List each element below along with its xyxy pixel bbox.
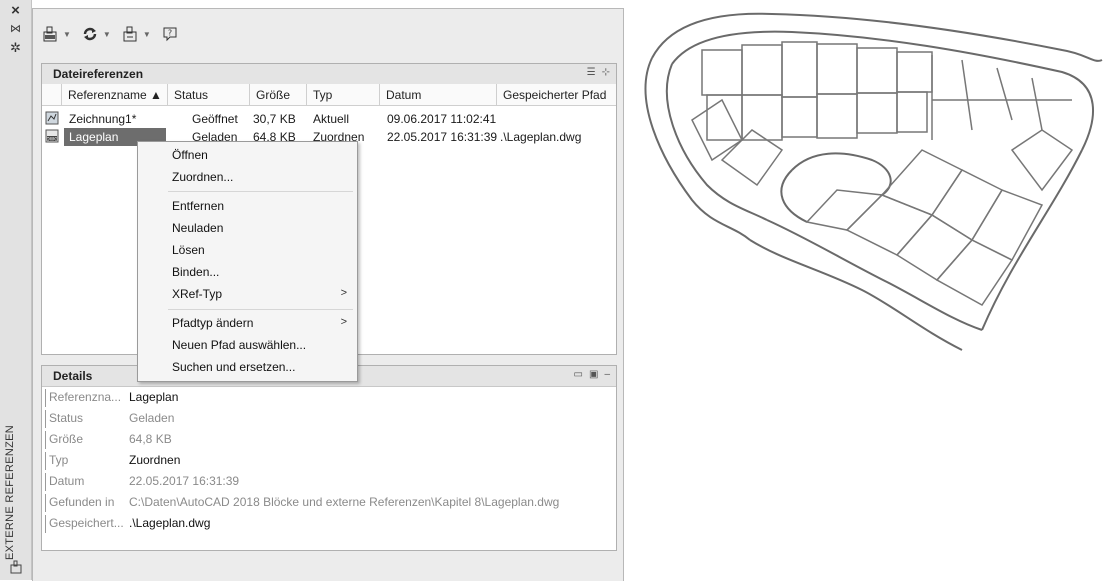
detail-value-status: Geladen xyxy=(129,411,175,425)
refresh-icon[interactable] xyxy=(81,24,99,44)
help-icon[interactable]: ? xyxy=(161,24,179,44)
detail-value-date: 22.05.2017 16:31:39 xyxy=(129,474,240,488)
menu-item-attach[interactable]: Zuordnen... xyxy=(172,170,233,184)
attach-dropdown-arrow[interactable]: ▼ xyxy=(63,30,71,39)
properties-icon[interactable]: ✲ xyxy=(0,40,31,56)
menu-item-find-replace[interactable]: Suchen und ersetzen... xyxy=(172,360,295,374)
table-row[interactable]: Zeichnung1* Geöffnet 30,7 KB Aktuell 09.… xyxy=(42,110,616,128)
detail-value-name[interactable]: Lageplan xyxy=(129,390,178,404)
row-size: 30,7 KB xyxy=(253,112,296,126)
row-type: Aktuell xyxy=(313,112,350,126)
details-title: Details xyxy=(53,369,93,383)
field-marker xyxy=(45,389,46,407)
field-marker xyxy=(45,452,46,470)
menu-item-bind[interactable]: Binden... xyxy=(172,265,219,279)
menu-item-reload[interactable]: Neuladen xyxy=(172,221,223,235)
dwg-icon: DWG xyxy=(45,129,59,148)
close-icon[interactable]: × xyxy=(0,2,31,19)
svg-text:DWG: DWG xyxy=(46,136,58,142)
column-header-size[interactable]: Größe xyxy=(250,84,307,106)
menu-item-unload[interactable]: Lösen xyxy=(172,243,205,257)
file-references-header: Dateireferenzen ☰ ⊹ xyxy=(42,64,616,85)
detail-label-date: Datum xyxy=(49,474,85,488)
detail-label-type: Typ xyxy=(49,453,69,467)
submenu-arrow-icon: > xyxy=(340,316,347,328)
row-date: 22.05.2017 16:31:39 xyxy=(387,130,498,144)
detail-value-size: 64,8 KB xyxy=(129,432,172,446)
field-marker xyxy=(45,410,46,428)
details-panel: Details ▭ ▣ – Referenzna... Lageplan Sta… xyxy=(41,365,617,551)
row-date: 09.06.2017 11:02:41 xyxy=(387,112,497,126)
column-header-saved-path[interactable]: Gespeicherter Pfad xyxy=(497,84,616,106)
collapse-icon[interactable]: – xyxy=(604,369,610,380)
menu-item-select-new-path[interactable]: Neuen Pfad auswählen... xyxy=(172,338,306,352)
menu-separator xyxy=(168,191,353,192)
tree-view-icon[interactable]: ⊹ xyxy=(602,67,610,78)
column-header-date[interactable]: Datum xyxy=(380,84,497,106)
file-references-title: Dateireferenzen xyxy=(53,67,144,81)
palette-title-strip: × ⋈ ✲ EXTERNE REFERENZEN xyxy=(0,0,32,580)
detail-label-saved-path: Gespeichert... xyxy=(49,516,124,530)
list-view-icon[interactable]: ☰ xyxy=(587,67,596,78)
menu-item-open[interactable]: Öffnen xyxy=(172,148,208,162)
row-name: Lageplan xyxy=(69,130,119,144)
refresh-dropdown-arrow[interactable]: ▼ xyxy=(103,30,111,39)
attach-icon[interactable] xyxy=(0,560,31,577)
change-path-dropdown-arrow[interactable]: ▼ xyxy=(143,30,151,39)
auto-hide-icon[interactable]: ⋈ xyxy=(0,22,31,35)
site-plan-drawing xyxy=(644,12,1103,351)
field-marker xyxy=(45,515,46,533)
detail-value-saved-path[interactable]: .\Lageplan.dwg xyxy=(129,516,210,530)
preview-icon[interactable]: ▣ xyxy=(589,369,598,380)
menu-separator xyxy=(168,309,353,310)
detail-label-found-in: Gefunden in xyxy=(49,495,115,509)
column-icon xyxy=(42,84,62,106)
context-menu: Öffnen Zuordnen... Entfernen Neuladen Lö… xyxy=(137,141,358,382)
row-status: Geöffnet xyxy=(192,112,238,126)
toolbar: ▼ ▼ ▼ ? xyxy=(41,23,179,45)
svg-text:?: ? xyxy=(168,29,172,38)
attach-dwg-icon[interactable] xyxy=(41,24,59,44)
change-path-icon[interactable] xyxy=(121,24,139,44)
column-header-status[interactable]: Status xyxy=(168,84,250,106)
field-marker xyxy=(45,431,46,449)
column-header-type[interactable]: Typ xyxy=(307,84,380,106)
menu-item-detach[interactable]: Entfernen xyxy=(172,199,224,213)
detail-label-status: Status xyxy=(49,411,84,425)
menu-item-xref-type[interactable]: XRef-Typ xyxy=(172,287,222,301)
menu-item-change-path-type[interactable]: Pfadtyp ändern xyxy=(172,316,253,330)
row-name: Zeichnung1* xyxy=(69,112,137,126)
details-view-icon[interactable]: ▭ xyxy=(574,369,583,380)
detail-label-name: Referenzna... xyxy=(49,390,122,404)
detail-value-type[interactable]: Zuordnen xyxy=(129,453,180,467)
submenu-arrow-icon: > xyxy=(340,287,347,299)
detail-value-found-in: C:\Daten\AutoCAD 2018 Blöcke und externe… xyxy=(129,495,560,509)
column-header-name[interactable]: Referenzname ▲ xyxy=(62,84,168,106)
field-marker xyxy=(45,473,46,491)
palette-title: EXTERNE REFERENZEN xyxy=(4,425,16,560)
row-path: .\Lageplan.dwg xyxy=(500,130,582,144)
field-marker xyxy=(45,494,46,512)
detail-label-size: Größe xyxy=(49,432,84,446)
